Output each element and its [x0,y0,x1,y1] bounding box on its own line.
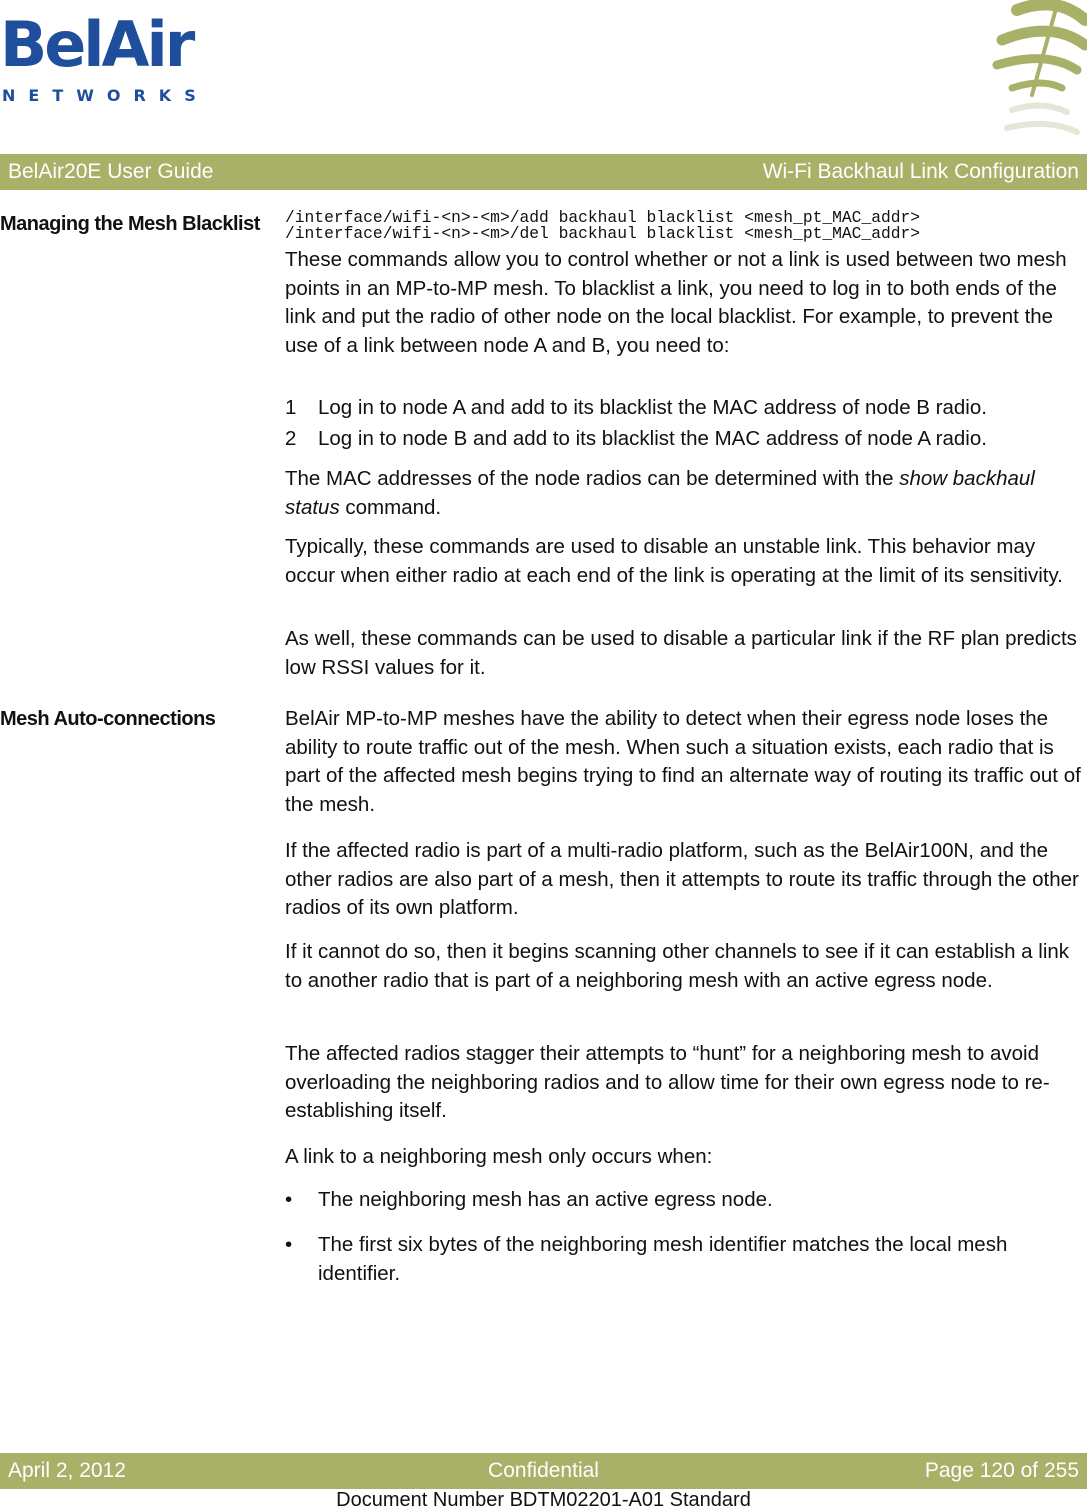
step-number: 2 [285,427,297,450]
bullet-text: The first six bytes of the neighboring m… [318,1233,1008,1285]
paragraph: As well, these commands can be used to d… [285,627,1077,679]
document-number: Document Number BDTM02201-A01 Standard [336,1489,751,1511]
logo-subtitle: NETWORKS [2,86,209,105]
paragraph: These commands allow you to control whet… [285,248,1067,357]
guide-title: BelAir20E User Guide [8,160,214,183]
paragraph: BelAir MP-to-MP meshes have the ability … [285,707,1081,816]
bullet-icon: • [285,1188,293,1211]
step-text: Log in to node A and add to its blacklis… [318,396,987,419]
logo-brand: BelAir [0,8,195,81]
command-syntax: /interface/wifi-<n>-<m>/add backhaul bla… [285,209,921,243]
section-title-blacklist: Managing the Mesh Blacklist [0,213,260,235]
paragraph: If the affected radio is part of a multi… [285,839,1079,919]
step-text: Log in to node B and add to its blacklis… [318,427,987,450]
paragraph: The MAC addresses of the node radios can… [285,465,1085,522]
paragraph: The affected radios stagger their attemp… [285,1042,1050,1122]
swoosh-graphic-icon [992,0,1087,135]
chapter-title: Wi-Fi Backhaul Link Configuration [762,160,1079,183]
paragraph: Typically, these commands are used to di… [285,535,1063,587]
footer-bar: April 2, 2012 Confidential Page 120 of 2… [0,1453,1087,1489]
bullet-text: The neighboring mesh has an active egres… [318,1188,773,1211]
header-bar: BelAir20E User Guide Wi-Fi Backhaul Link… [0,154,1087,190]
bullet-icon: • [285,1233,293,1256]
section-title-auto-connections: Mesh Auto-connections [0,708,216,730]
paragraph: A link to a neighboring mesh only occurs… [285,1145,713,1168]
page-number: Page 120 of 255 [924,1459,1079,1482]
text: command. [339,495,442,519]
command-line: /interface/wifi-<n>-<m>/del backhaul bla… [285,224,921,243]
step-number: 1 [285,396,297,419]
paragraph: If it cannot do so, then it begins scann… [285,940,1070,992]
belair-logo: BelAir NETWORKS [0,10,200,110]
text: The MAC addresses of the node radios can… [285,467,900,490]
